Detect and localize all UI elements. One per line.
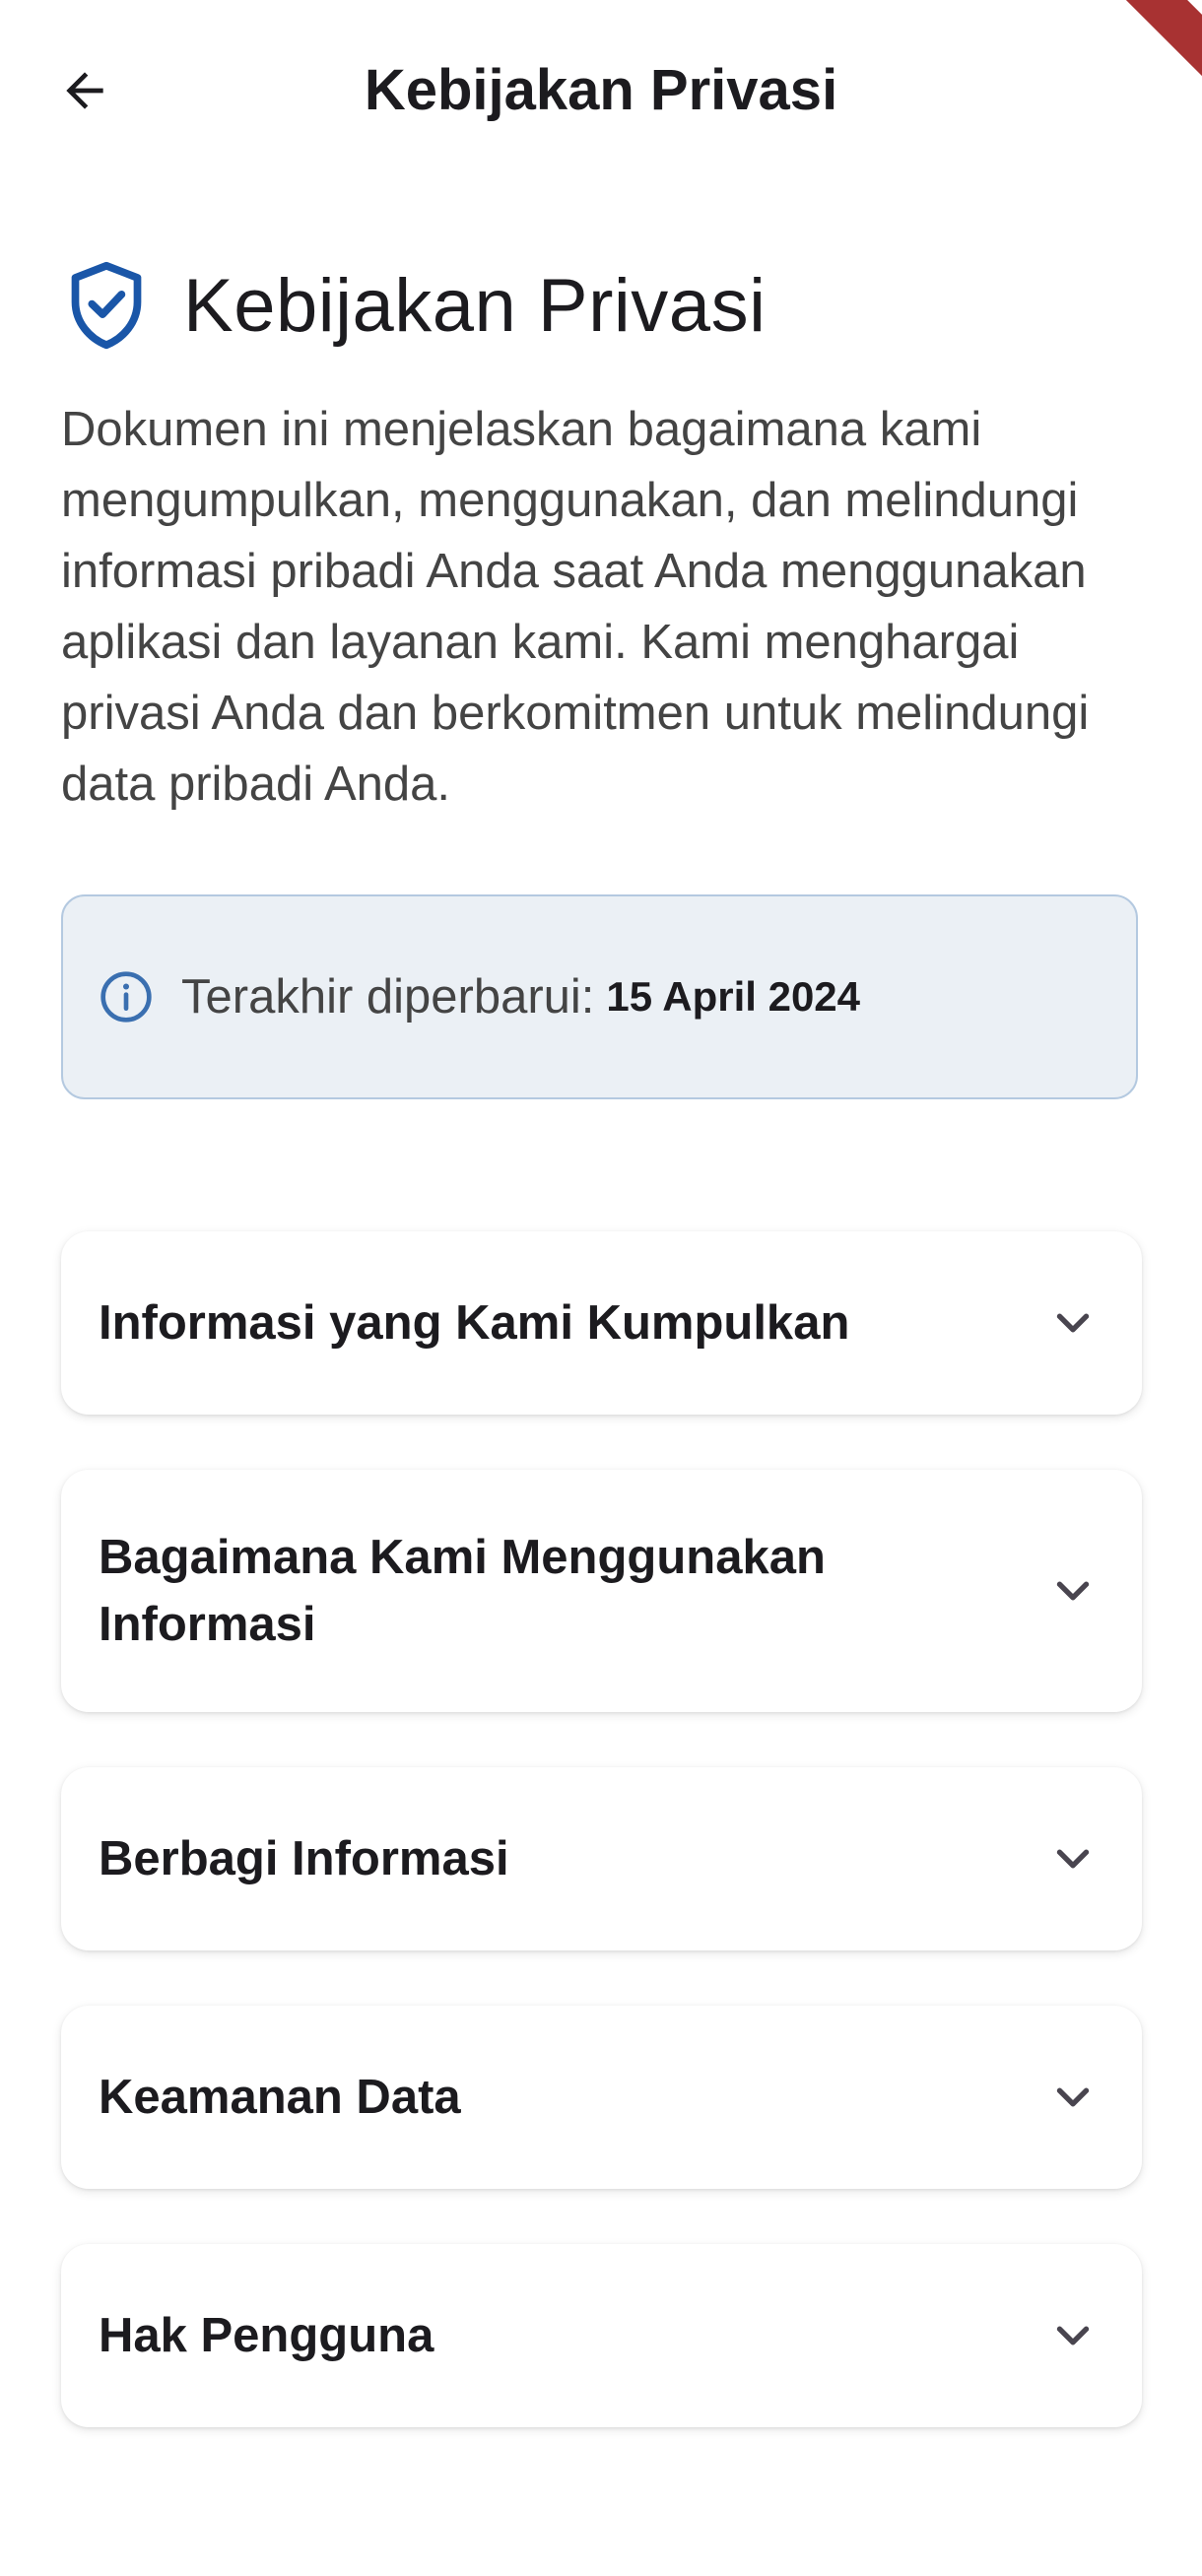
- page-heading-row: Kebijakan Privasi: [61, 256, 1142, 355]
- chevron-down-icon: [1043, 1561, 1102, 1620]
- section-title: Berbagi Informasi: [99, 1832, 509, 1885]
- chevron-down-icon: [1043, 2306, 1102, 2365]
- info-icon: [99, 969, 154, 1024]
- chevron-down-icon: [1043, 1293, 1102, 1353]
- intro-paragraph: Dokumen ini menjelaskan bagaimana kami m…: [61, 403, 1090, 811]
- shield-check-icon: [61, 260, 152, 351]
- page-title: Kebijakan Privasi: [183, 263, 767, 348]
- app-bar: Kebijakan Privasi: [0, 0, 1202, 187]
- last-updated-notice: Terakhir diperbarui: 15 April 2024: [61, 894, 1138, 1099]
- section-how-we-use-information[interactable]: Bagaimana Kami Menggunakan Informasi: [61, 1470, 1142, 1712]
- section-title: Keamanan Data: [99, 2071, 461, 2124]
- last-updated-label: Terakhir diperbarui:: [181, 970, 595, 1024]
- section-title: Informasi yang Kami Kumpulkan: [99, 1296, 850, 1350]
- section-sharing-information[interactable]: Berbagi Informasi: [61, 1767, 1142, 1950]
- chevron-down-icon: [1043, 2068, 1102, 2127]
- section-title: Hak Pengguna: [99, 2309, 434, 2362]
- policy-sections: Informasi yang Kami Kumpulkan Bagaimana …: [61, 1231, 1142, 2427]
- section-title: Bagaimana Kami Menggunakan Informasi: [99, 1531, 826, 1651]
- section-user-rights[interactable]: Hak Pengguna: [61, 2244, 1142, 2427]
- app-bar-title: Kebijakan Privasi: [364, 58, 838, 122]
- chevron-down-icon: [1043, 1829, 1102, 1888]
- section-information-collected[interactable]: Informasi yang Kami Kumpulkan: [61, 1231, 1142, 1415]
- privacy-content: Kebijakan Privasi Dokumen ini menjelaska…: [61, 256, 1142, 2482]
- last-updated-date: 15 April 2024: [606, 973, 861, 1020]
- section-data-security[interactable]: Keamanan Data: [61, 2006, 1142, 2189]
